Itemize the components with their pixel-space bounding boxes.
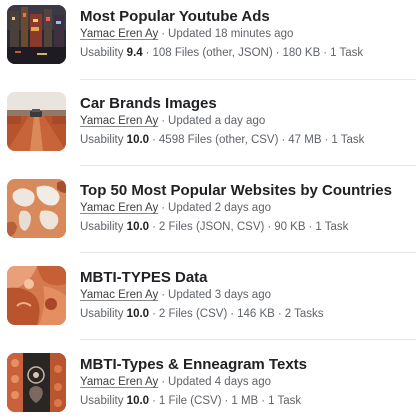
author-link[interactable]: Yamac Eren Ay: [80, 202, 158, 214]
dataset-title[interactable]: MBTI-Types & Enneagram Texts: [80, 355, 412, 374]
files-info: 2 Files (CSV): [158, 308, 228, 320]
size-info: 1 MB: [231, 395, 259, 407]
dataset-author-line: Yamac Eren Ay · Updated 4 days ago: [80, 374, 412, 390]
tasks-info: 2 Tasks: [284, 308, 324, 320]
separator: ·: [152, 308, 156, 320]
dataset-title[interactable]: MBTI-TYPES Data: [80, 268, 412, 287]
separator: ·: [308, 221, 313, 233]
separator: ·: [324, 134, 329, 146]
separator: ·: [161, 115, 166, 127]
separator: ·: [323, 47, 328, 59]
dataset-item[interactable]: Most Popular Youtube Ads Yamac Eren Ay · U…: [0, 0, 416, 70]
list-divider: [80, 252, 416, 253]
author-link[interactable]: Yamac Eren Ay: [80, 28, 158, 40]
dataset-item[interactable]: MBTI-Types & Enneagram Texts Yamac Eren …: [0, 348, 416, 418]
tasks-info: 1 Task: [330, 47, 364, 59]
separator: ·: [267, 221, 272, 233]
enneagram-pattern-thumbnail[interactable]: [7, 353, 66, 412]
dataset-stats-line: Usability 10.0 · 1 File (CSV) · 1 MB · 1 Task: [80, 393, 412, 409]
usability-label: Usability: [80, 47, 124, 59]
separator: ·: [224, 395, 229, 407]
world-map-thumbnail[interactable]: [7, 179, 66, 238]
separator: ·: [277, 308, 282, 320]
dataset-stats-line: Usability 9.4 · 108 Files (other, JSON) · 18…: [80, 45, 412, 61]
author-link[interactable]: Yamac Eren Ay: [80, 115, 158, 127]
dataset-author-line: Yamac Eren Ay · Updated a day ago: [80, 113, 412, 129]
separator: ·: [281, 134, 286, 146]
updated-text: Updated 3 days ago: [168, 289, 271, 301]
usability-score: 10.0: [126, 395, 150, 407]
separator: ·: [152, 221, 156, 233]
files-info: 108 Files (other, JSON): [152, 47, 273, 59]
files-info: 1 File (CSV): [158, 395, 222, 407]
usability-label: Usability: [80, 395, 124, 407]
separator: ·: [261, 395, 266, 407]
updated-text: Updated 4 days ago: [168, 376, 271, 388]
tasks-info: 1 Task: [331, 134, 365, 146]
updated-text: Updated a day ago: [168, 115, 266, 127]
separator: ·: [161, 289, 166, 301]
separator: ·: [230, 308, 235, 320]
list-divider: [80, 339, 416, 340]
list-divider: [80, 165, 416, 166]
separator: ·: [145, 47, 150, 59]
separator: ·: [275, 47, 280, 59]
updated-text: Updated 2 days ago: [168, 202, 271, 214]
dataset-author-line: Yamac Eren Ay · Updated 3 days ago: [80, 287, 412, 303]
dataset-list: Most Popular Youtube Ads Yamac Eren Ay · U…: [0, 0, 416, 419]
tasks-info: 1 Task: [315, 221, 349, 233]
size-info: 90 KB: [274, 221, 306, 233]
separator: ·: [152, 395, 156, 407]
author-link[interactable]: Yamac Eren Ay: [80, 376, 158, 388]
files-info: 2 Files (JSON, CSV): [158, 221, 265, 233]
usability-label: Usability: [80, 221, 124, 233]
dataset-stats-line: Usability 10.0 · 2 Files (JSON, CSV) · 90 KB…: [80, 219, 412, 235]
separator: ·: [161, 202, 166, 214]
size-info: 47 MB: [288, 134, 322, 146]
usability-score: 10.0: [126, 308, 150, 320]
size-info: 180 KB: [282, 47, 321, 59]
dataset-title[interactable]: Most Popular Youtube Ads: [80, 7, 412, 26]
files-info: 4598 Files (other, CSV): [158, 134, 279, 146]
author-link[interactable]: Yamac Eren Ay: [80, 289, 158, 301]
dataset-author-line: Yamac Eren Ay · Updated 2 days ago: [80, 200, 412, 216]
desert-road-thumbnail[interactable]: [7, 92, 66, 151]
dataset-stats-line: Usability 10.0 · 2 Files (CSV) · 146 KB · 2 Ta…: [80, 306, 412, 322]
dataset-item[interactable]: Top 50 Most Popular Websites by Countrie…: [0, 174, 416, 244]
abstract-orange-thumbnail[interactable]: [7, 266, 66, 325]
dataset-item[interactable]: Car Brands Images Yamac Eren Ay · Updated …: [0, 87, 416, 157]
dataset-author-line: Yamac Eren Ay · Updated 18 minutes ago: [80, 26, 412, 42]
usability-label: Usability: [80, 308, 124, 320]
dataset-item[interactable]: MBTI-TYPES Data Yamac Eren Ay · Updated 3 …: [0, 261, 416, 331]
separator: ·: [161, 376, 166, 388]
usability-label: Usability: [80, 134, 124, 146]
size-info: 146 KB: [237, 308, 275, 320]
updated-text: Updated 18 minutes ago: [168, 28, 294, 40]
usability-score: 10.0: [126, 221, 150, 233]
dataset-title[interactable]: Top 50 Most Popular Websites by Countrie…: [80, 181, 412, 200]
dataset-stats-line: Usability 10.0 · 4598 Files (other, CSV) · 4…: [80, 132, 412, 148]
separator: ·: [161, 28, 166, 40]
list-divider: [80, 79, 416, 80]
dataset-title[interactable]: Car Brands Images: [80, 94, 412, 113]
city-street-night-thumbnail[interactable]: [7, 5, 66, 64]
usability-score: 10.0: [126, 134, 150, 146]
usability-score: 9.4: [126, 47, 143, 59]
separator: ·: [152, 134, 156, 146]
tasks-info: 1 Task: [268, 395, 302, 407]
